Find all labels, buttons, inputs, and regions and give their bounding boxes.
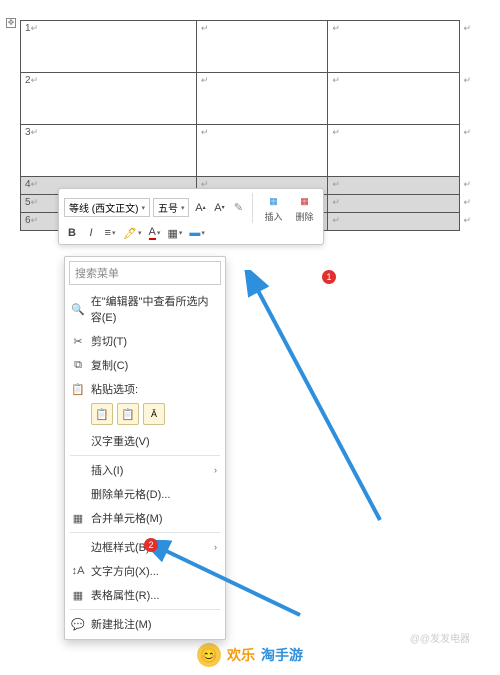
merge-icon: ▦ — [71, 511, 85, 525]
chevron-right-icon: › — [214, 465, 217, 475]
text-direction-icon: ↕A — [71, 564, 85, 578]
italic-button[interactable]: I — [83, 225, 99, 241]
table-insert-icon: ▦ — [269, 196, 278, 207]
table-row[interactable]: 3↵ ↵ ↵↵ — [21, 125, 460, 177]
table-row[interactable]: 1↵ ↵ ↵↵ — [21, 21, 460, 73]
smiley-icon: 😊 — [197, 643, 221, 667]
table-cell[interactable]: 1↵ — [21, 21, 197, 73]
insert-label: 插入 — [264, 210, 282, 223]
menu-item-copy[interactable]: ⧉ 复制(C) — [65, 353, 225, 377]
separator — [252, 193, 253, 223]
paste-icon: 📋 — [71, 382, 85, 396]
format-painter-button[interactable]: ✎ — [230, 200, 246, 216]
menu-search-input[interactable]: 搜索菜单 — [69, 261, 221, 285]
menu-item-insert[interactable]: 插入(I) › — [65, 458, 225, 482]
table-cell[interactable]: 2↵ — [21, 73, 197, 125]
font-color-button[interactable]: A▾ — [146, 225, 162, 241]
table-cell[interactable]: ↵↵ — [328, 195, 460, 213]
font-size-value: 五号 — [158, 200, 178, 215]
table-row[interactable]: 2↵ ↵ ↵↵ — [21, 73, 460, 125]
font-size-select[interactable]: 五号 ▾ — [153, 198, 190, 217]
align-button[interactable]: ≡▾ — [102, 225, 118, 241]
callout-arrow-2 — [150, 540, 320, 630]
table-cell[interactable]: 3↵ — [21, 125, 197, 177]
menu-item-delete-cells[interactable]: 删除单元格(D)... — [65, 482, 225, 506]
delete-label: 删除 — [295, 210, 313, 223]
separator — [70, 455, 220, 456]
callout-arrow-1 — [240, 270, 400, 530]
magnifier-icon: 🔍 — [71, 302, 85, 316]
menu-item-cut[interactable]: ✂ 剪切(T) — [65, 329, 225, 353]
chevron-down-icon: ▾ — [181, 204, 185, 212]
table-cell[interactable]: ↵ — [196, 73, 328, 125]
bold-button[interactable]: B — [64, 225, 80, 241]
table-cell[interactable]: ↵↵ — [328, 73, 460, 125]
table-cell[interactable]: ↵↵ — [328, 125, 460, 177]
paste-text-only-button[interactable]: Ă — [143, 403, 165, 425]
borders-button[interactable]: ▦▾ — [165, 225, 184, 241]
table-cell[interactable]: ↵ — [196, 21, 328, 73]
menu-item-search-in-editor[interactable]: 🔍 在"编辑器"中查看所选内容(E) — [65, 289, 225, 329]
scissors-icon: ✂ — [71, 334, 85, 348]
search-placeholder: 搜索菜单 — [75, 268, 119, 280]
highlight-button[interactable]: 🖊▾ — [121, 225, 143, 241]
grow-font-button[interactable]: A▴ — [192, 200, 208, 216]
comment-icon: 💬 — [71, 617, 85, 631]
font-name-select[interactable]: 等线 (西文正文) ▾ — [64, 198, 150, 217]
menu-item-merge-cells[interactable]: ▦ 合并单元格(M) — [65, 506, 225, 530]
paste-options-row: 📋 📋 Ă — [65, 401, 225, 429]
table-properties-icon: ▦ — [71, 588, 85, 602]
callout-badge-2: 2 — [144, 538, 158, 552]
table-delete-icon: ▦ — [300, 196, 309, 207]
table-cell[interactable]: ↵↵ — [328, 21, 460, 73]
insert-group[interactable]: ▦ 插入 — [259, 192, 287, 223]
delete-group[interactable]: ▦ 删除 — [290, 192, 318, 223]
footer-text-2: 淘手游 — [261, 645, 303, 665]
menu-item-hanzi-reselect[interactable]: 汉字重选(V) — [65, 429, 225, 453]
mini-toolbar: 等线 (西文正文) ▾ 五号 ▾ A▴ A▾ ✎ ▦ 插入 ▦ 删除 B I ≡… — [58, 188, 324, 245]
font-name-value: 等线 (西文正文) — [69, 200, 138, 215]
table-cell[interactable]: ↵ — [196, 125, 328, 177]
chevron-down-icon: ▾ — [141, 204, 145, 212]
footer-text-1: 欢乐 — [227, 645, 255, 665]
shrink-font-button[interactable]: A▾ — [211, 200, 227, 216]
table-cell[interactable]: ↵↵ — [328, 177, 460, 195]
table-cell[interactable]: ↵↵ — [328, 213, 460, 231]
paste-keep-source-button[interactable]: 📋 — [91, 403, 113, 425]
copy-icon: ⧉ — [71, 358, 85, 372]
paste-merge-button[interactable]: 📋 — [117, 403, 139, 425]
callout-badge-1: 1 — [322, 270, 336, 284]
separator — [70, 532, 220, 533]
footer-logo: 😊 欢乐淘手游 — [0, 643, 500, 667]
menu-item-paste-options[interactable]: 📋 粘贴选项: — [65, 377, 225, 401]
table-move-handle[interactable]: ✥ — [6, 18, 16, 28]
shading-button[interactable]: ▬▾ — [187, 225, 207, 241]
